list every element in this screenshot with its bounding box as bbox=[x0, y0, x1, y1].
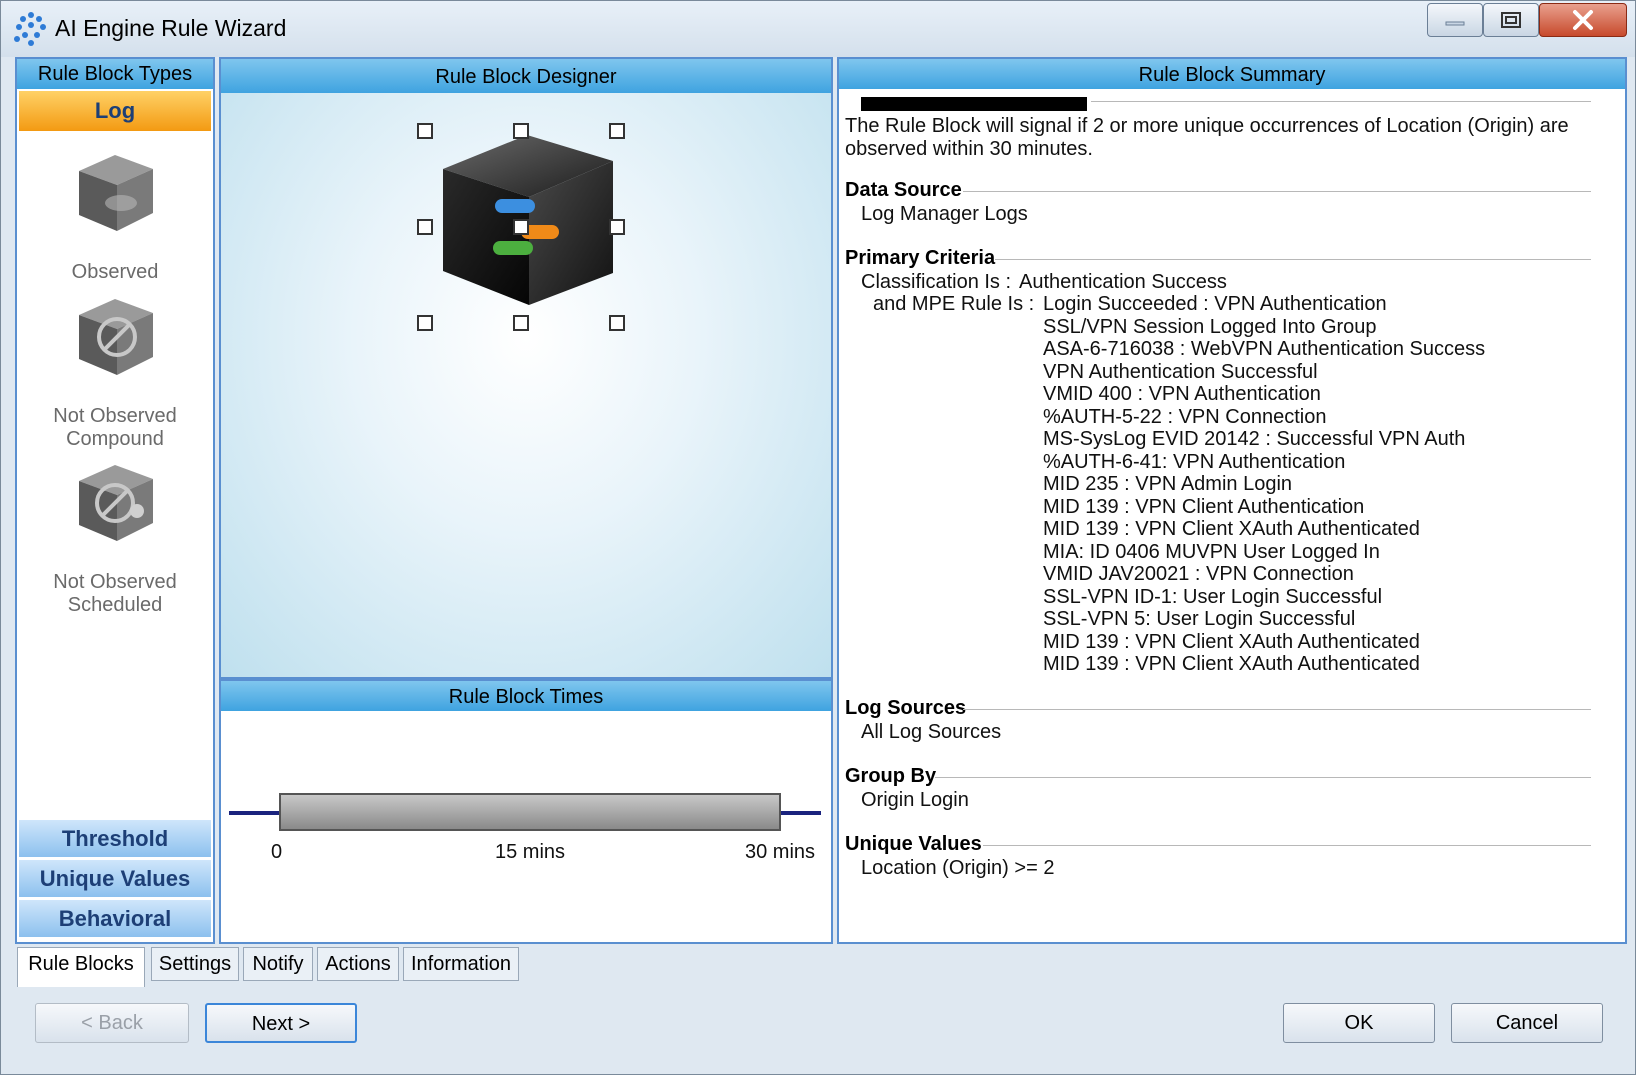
not-observed-scheduled-cube-icon bbox=[79, 465, 153, 541]
data-source-value: Log Manager Logs bbox=[861, 203, 1028, 225]
log-sources-title: Log Sources bbox=[845, 697, 967, 719]
log-sources-value: All Log Sources bbox=[861, 721, 1002, 743]
rule-block-summary-header: Rule Block Summary bbox=[839, 59, 1625, 89]
resize-handle[interactable] bbox=[513, 123, 529, 139]
group-by-title: Group By bbox=[845, 765, 937, 787]
mpe-rule-item: SSL-VPN ID-1: User Login Successful bbox=[1043, 585, 1383, 608]
block-type-label: Observed bbox=[71, 261, 159, 283]
tab-actions[interactable]: Actions bbox=[317, 947, 399, 981]
rule-block-types-panel: Rule Block Types Log Observed Not Observ… bbox=[15, 57, 215, 944]
rule-block-designer-header: Rule Block Designer bbox=[221, 59, 831, 93]
divider bbox=[963, 191, 1591, 192]
not-observed-compound-cube-icon bbox=[79, 299, 153, 375]
group-by-value: Origin Login bbox=[861, 789, 969, 811]
close-icon bbox=[1573, 10, 1593, 30]
log-category-tab[interactable]: Log bbox=[19, 91, 211, 131]
unique-values-title: Unique Values bbox=[845, 833, 982, 855]
rule-block-designer-panel[interactable]: Rule Block Designer bbox=[219, 57, 833, 679]
rule-block-times-panel: Rule Block Times 0 15 mins 30 mins bbox=[219, 679, 833, 944]
mpe-rule-item: %AUTH-5-22 : VPN Connection bbox=[1043, 405, 1327, 428]
block-type-not-observed-compound[interactable]: Not Observed Compound bbox=[17, 285, 213, 451]
resize-handle[interactable] bbox=[417, 315, 433, 331]
timeline-tick-mid: 15 mins bbox=[495, 841, 566, 863]
tab-information[interactable]: Information bbox=[403, 947, 519, 981]
time-window-bar[interactable] bbox=[279, 793, 781, 831]
timeline-tick-end: 30 mins bbox=[745, 841, 816, 863]
resize-handle[interactable] bbox=[417, 219, 433, 235]
resize-handle[interactable] bbox=[609, 123, 625, 139]
block-type-not-observed-scheduled[interactable]: Not Observed Scheduled bbox=[17, 451, 213, 617]
block-type-label: Not Observed Scheduled bbox=[53, 571, 177, 616]
tab-notify[interactable]: Notify bbox=[243, 947, 313, 981]
mpe-rule-item: MID 139 : VPN Client XAuth Authenticated bbox=[1043, 653, 1420, 675]
primary-criteria-title: Primary Criteria bbox=[845, 247, 996, 269]
observed-cube-icon bbox=[79, 155, 153, 231]
tab-rule-blocks[interactable]: Rule Blocks bbox=[17, 947, 145, 987]
ok-button[interactable]: OK bbox=[1283, 1003, 1435, 1043]
maximize-icon bbox=[1501, 12, 1521, 28]
resize-handle[interactable] bbox=[609, 315, 625, 331]
minimize-button[interactable] bbox=[1427, 3, 1483, 37]
cancel-button[interactable]: Cancel bbox=[1451, 1003, 1603, 1043]
mpe-rule-item: VPN Authentication Successful bbox=[1043, 360, 1318, 383]
minimize-icon bbox=[1445, 21, 1465, 26]
next-button[interactable]: Next > bbox=[205, 1003, 357, 1043]
divider bbox=[983, 845, 1591, 846]
back-button[interactable]: < Back bbox=[35, 1003, 189, 1043]
mpe-rule-item: %AUTH-6-41: VPN Authentication bbox=[1043, 450, 1346, 473]
window-title: AI Engine Rule Wizard bbox=[55, 15, 287, 41]
behavioral-category-button[interactable]: Behavioral bbox=[19, 899, 211, 937]
resize-handle[interactable] bbox=[513, 315, 529, 331]
unique-values-category-button[interactable]: Unique Values bbox=[19, 859, 211, 897]
close-button[interactable] bbox=[1539, 3, 1627, 37]
block-type-label: Not Observed Compound bbox=[53, 405, 177, 450]
classification-value: Authentication Success bbox=[1019, 271, 1227, 293]
mpe-rule-item: MID 235 : VPN Admin Login bbox=[1043, 473, 1293, 495]
tab-settings[interactable]: Settings bbox=[151, 947, 239, 981]
summary-description: The Rule Block will signal if 2 or more … bbox=[845, 115, 1569, 160]
classification-label: Classification Is : bbox=[861, 271, 1012, 293]
mpe-rule-item: SSL/VPN Session Logged Into Group bbox=[1043, 315, 1377, 338]
mpe-rule-item: MID 139 : VPN Client XAuth Authenticated bbox=[1043, 518, 1420, 540]
mpe-rule-item: ASA-6-716038 : WebVPN Authentication Suc… bbox=[1043, 338, 1486, 360]
unique-values-value: Location (Origin) >= 2 bbox=[861, 857, 1055, 879]
mpe-rule-item: VMID 400 : VPN Authentication bbox=[1043, 383, 1321, 405]
resize-handle[interactable] bbox=[417, 123, 433, 139]
mpe-rule-item: Login Succeeded : VPN Authentication bbox=[1043, 293, 1387, 315]
mpe-rule-item: SSL-VPN 5: User Login Successful bbox=[1043, 608, 1356, 630]
mpe-rule-item: MID 139 : VPN Client Authentication bbox=[1043, 495, 1365, 518]
mpe-rule-item: MS-SysLog EVID 20142 : Successful VPN Au… bbox=[1043, 428, 1466, 450]
mpe-rule-item: MIA: ID 0406 MUVPN User Logged In bbox=[1043, 540, 1380, 563]
divider bbox=[1091, 101, 1591, 102]
rule-block-times-header: Rule Block Times bbox=[221, 681, 831, 711]
divider bbox=[995, 259, 1591, 260]
divider bbox=[963, 709, 1591, 710]
redacted-rule-name bbox=[861, 97, 1087, 111]
rule-block-summary-panel: Rule Block Summary The Rule Block will s… bbox=[837, 57, 1627, 944]
resize-handle[interactable] bbox=[513, 219, 529, 235]
block-type-observed[interactable]: Observed bbox=[17, 141, 213, 284]
app-logo-icon bbox=[14, 12, 46, 46]
divider bbox=[935, 777, 1591, 778]
maximize-button[interactable] bbox=[1483, 3, 1539, 37]
mpe-rule-label: and MPE Rule Is : bbox=[873, 293, 1035, 315]
resize-handle[interactable] bbox=[609, 219, 625, 235]
title-bar[interactable]: AI Engine Rule Wizard bbox=[1, 1, 1635, 57]
mpe-rule-item: MID 139 : VPN Client XAuth Authenticated bbox=[1043, 630, 1420, 653]
rule-block-types-header: Rule Block Types bbox=[17, 59, 213, 89]
rule-wizard-window: AI Engine Rule Wizard Rule Block Types L… bbox=[0, 0, 1636, 1075]
threshold-category-button[interactable]: Threshold bbox=[19, 819, 211, 857]
timeline-tick-start: 0 bbox=[271, 841, 283, 863]
data-source-title: Data Source bbox=[845, 179, 962, 201]
mpe-rule-item: VMID JAV20021 : VPN Connection bbox=[1043, 563, 1354, 585]
